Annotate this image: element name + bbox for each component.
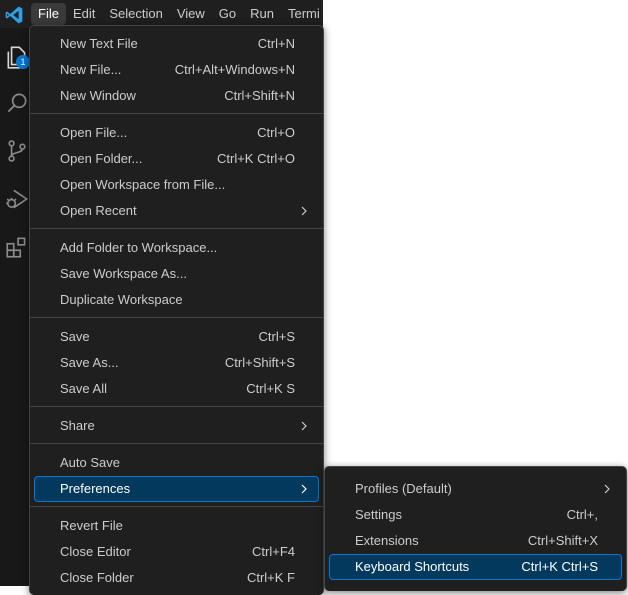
menu-item-new-file[interactable]: New File... Ctrl+Alt+Windows+N — [34, 57, 319, 83]
menu-item-save-workspace-as[interactable]: Save Workspace As... — [34, 261, 319, 287]
menu-go[interactable]: Go — [212, 3, 243, 25]
menu-separator — [30, 317, 323, 318]
menu-item-shortcut: Ctrl+Alt+Windows+N — [174, 62, 295, 77]
menu-item-new-text-file[interactable]: New Text File Ctrl+N — [34, 31, 319, 57]
menu-item-label: Open Folder... — [60, 151, 143, 166]
menu-item-label: Share — [60, 418, 95, 433]
menu-item-revert-file[interactable]: Revert File — [34, 513, 319, 539]
menu-item-shortcut: Ctrl+Shift+N — [224, 88, 295, 103]
menu-item-settings[interactable]: Settings Ctrl+, — [329, 502, 622, 528]
menu-item-close-folder[interactable]: Close Folder Ctrl+K F — [34, 565, 319, 591]
menu-item-label: Save As... — [60, 355, 119, 370]
chevron-right-icon — [301, 206, 307, 216]
menu-item-save[interactable]: Save Ctrl+S — [34, 324, 319, 350]
menu-item-auto-save[interactable]: Auto Save — [34, 450, 319, 476]
menu-item-label: Profiles (Default) — [355, 481, 452, 496]
menu-item-keyboard-shortcuts[interactable]: Keyboard Shortcuts Ctrl+K Ctrl+S — [329, 554, 622, 580]
menu-terminal[interactable]: Termi — [281, 3, 327, 25]
menu-item-save-as[interactable]: Save As... Ctrl+Shift+S — [34, 350, 319, 376]
preferences-submenu: Profiles (Default) Settings Ctrl+, Exten… — [324, 466, 627, 591]
menu-view[interactable]: View — [170, 3, 212, 25]
menu-item-extensions[interactable]: Extensions Ctrl+Shift+X — [329, 528, 622, 554]
explorer-badge: 1 — [16, 55, 30, 69]
menu-item-profiles[interactable]: Profiles (Default) — [329, 476, 622, 502]
menu-item-shortcut: Ctrl+Shift+S — [224, 355, 295, 370]
chevron-right-icon — [301, 421, 307, 431]
menu-separator — [30, 406, 323, 407]
menu-item-label: New Window — [60, 88, 136, 103]
menu-item-open-folder[interactable]: Open Folder... Ctrl+K Ctrl+O — [34, 146, 319, 172]
menu-edit[interactable]: Edit — [66, 3, 102, 25]
menu-item-new-window[interactable]: New Window Ctrl+Shift+N — [34, 83, 319, 109]
menu-file[interactable]: File — [31, 3, 66, 25]
menu-item-label: Close Editor — [60, 544, 131, 559]
menu-item-shortcut: Ctrl+K Ctrl+O — [216, 151, 295, 166]
file-menu: New Text File Ctrl+N New File... Ctrl+Al… — [29, 25, 324, 595]
chevron-right-icon — [301, 484, 307, 494]
menu-item-label: Preferences — [60, 481, 131, 496]
menu-selection[interactable]: Selection — [102, 3, 169, 25]
menu-separator — [30, 228, 323, 229]
menu-item-label: Revert File — [60, 518, 123, 533]
menu-item-label: Duplicate Workspace — [60, 292, 183, 307]
menu-item-label: Save All — [60, 381, 107, 396]
title-bar: File Edit Selection View Go Run Termi — [0, 0, 323, 28]
menu-separator — [30, 506, 323, 507]
menu-item-preferences[interactable]: Preferences — [34, 476, 319, 502]
menu-separator — [30, 443, 323, 444]
menu-bar: File Edit Selection View Go Run Termi — [31, 3, 327, 25]
menu-item-share[interactable]: Share — [34, 413, 319, 439]
run-debug-icon[interactable] — [4, 186, 30, 212]
menu-item-label: New Text File — [60, 36, 138, 51]
menu-item-label: Keyboard Shortcuts — [355, 559, 470, 574]
menu-item-label: Auto Save — [60, 455, 120, 470]
menu-item-close-editor[interactable]: Close Editor Ctrl+F4 — [34, 539, 319, 565]
menu-item-label: Open File... — [60, 125, 128, 140]
menu-item-shortcut: Ctrl+K S — [246, 381, 295, 396]
search-icon[interactable] — [4, 90, 30, 116]
menu-item-label: Open Workspace from File... — [60, 177, 226, 192]
extensions-icon[interactable] — [4, 234, 30, 260]
menu-item-open-file[interactable]: Open File... Ctrl+O — [34, 120, 319, 146]
menu-item-shortcut: Ctrl+O — [257, 125, 295, 140]
menu-item-label: Save Workspace As... — [60, 266, 187, 281]
menu-run[interactable]: Run — [243, 3, 281, 25]
vscode-logo-icon[interactable] — [4, 5, 24, 25]
menu-item-label: New File... — [60, 62, 122, 77]
menu-item-label: Save — [60, 329, 90, 344]
menu-item-shortcut: Ctrl+F4 — [252, 544, 295, 559]
menu-item-label: Open Recent — [60, 203, 137, 218]
menu-item-save-all[interactable]: Save All Ctrl+K S — [34, 376, 319, 402]
menu-separator — [30, 113, 323, 114]
menu-item-open-recent[interactable]: Open Recent — [34, 198, 319, 224]
menu-item-label: Add Folder to Workspace... — [60, 240, 218, 255]
menu-item-label: Extensions — [355, 533, 419, 548]
menu-item-label: Settings — [355, 507, 402, 522]
menu-item-add-folder-to-workspace[interactable]: Add Folder to Workspace... — [34, 235, 319, 261]
menu-item-shortcut: Ctrl+, — [566, 507, 598, 522]
menu-item-shortcut: Ctrl+K F — [246, 570, 295, 585]
menu-item-open-workspace-from-file[interactable]: Open Workspace from File... — [34, 172, 319, 198]
menu-item-shortcut: Ctrl+K Ctrl+S — [521, 559, 598, 574]
menu-item-duplicate-workspace[interactable]: Duplicate Workspace — [34, 287, 319, 313]
activity-bar: 1 — [0, 28, 30, 586]
menu-item-label: Close Folder — [60, 570, 134, 585]
menu-item-shortcut: Ctrl+S — [258, 329, 295, 344]
menu-item-shortcut: Ctrl+Shift+X — [527, 533, 598, 548]
chevron-right-icon — [604, 484, 610, 494]
source-control-icon[interactable] — [4, 138, 30, 164]
menu-item-shortcut: Ctrl+N — [257, 36, 295, 51]
